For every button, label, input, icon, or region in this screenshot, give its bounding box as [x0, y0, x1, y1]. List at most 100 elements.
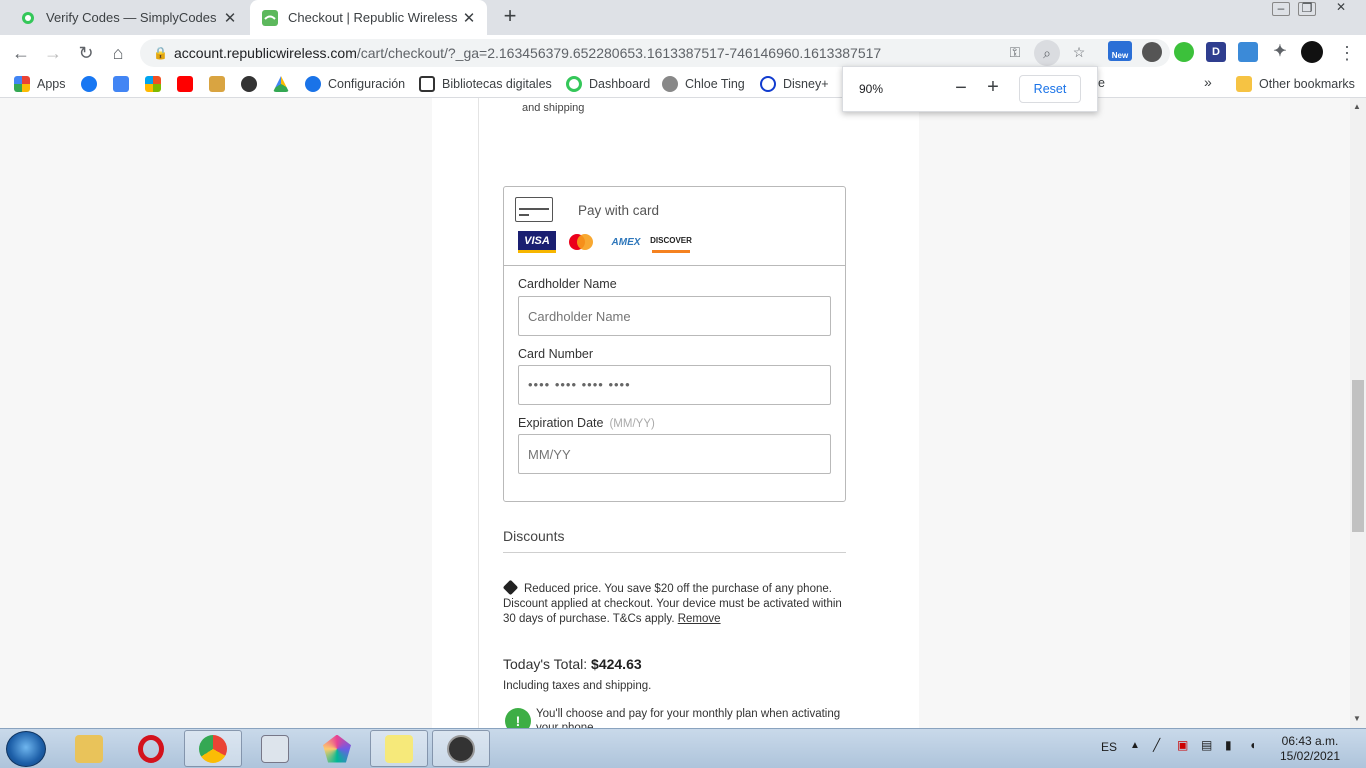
volume-muted-icon[interactable]: ◖ [1249, 738, 1256, 752]
close-window-button[interactable]: ✕ [1332, 1, 1350, 16]
reload-icon[interactable]: ↻ [75, 42, 97, 64]
bookmarks-overflow-chevron[interactable]: » [1204, 74, 1212, 90]
key-icon[interactable]: ⚿ [1006, 44, 1024, 62]
expiration-label-text: Expiration Date [518, 416, 604, 430]
minimize-button[interactable]: ‒ [1272, 2, 1290, 16]
expiration-date-input[interactable] [518, 434, 831, 474]
green-extension-icon[interactable] [1174, 42, 1194, 62]
scroll-down-arrow-icon[interactable]: ▼ [1353, 714, 1361, 723]
card-number-input[interactable]: •••• •••• •••• •••• [518, 365, 831, 405]
bookmark-dashboard[interactable]: Dashboard [566, 76, 650, 92]
scrollbar-thumb[interactable] [1352, 380, 1364, 532]
page-viewport: and shipping Pay with card VISA AMEX DIS… [0, 98, 1350, 728]
new-tab-button[interactable]: + [498, 5, 522, 29]
forward-arrow-icon[interactable]: → [42, 42, 64, 64]
total-label: Today's Total: [503, 656, 588, 672]
kebab-menu-icon[interactable]: ⋮ [1336, 42, 1358, 64]
taskbar-timer[interactable] [432, 730, 490, 767]
profile-avatar[interactable] [1301, 41, 1323, 63]
zoom-magnifier-icon[interactable]: ⌕ [1034, 40, 1060, 66]
d-extension-icon[interactable]: D [1206, 42, 1226, 62]
youtube-icon [177, 76, 193, 92]
folder-icon [1236, 76, 1252, 92]
pentagon-app-icon [323, 734, 351, 763]
blue-extension-icon[interactable] [1238, 42, 1258, 62]
republic-wireless-favicon-icon [262, 9, 278, 26]
scroll-up-arrow-icon[interactable]: ▲ [1353, 102, 1361, 111]
mastercard-logo-icon [566, 231, 596, 253]
start-button[interactable] [6, 731, 46, 767]
discount-text: Reduced price. You save $20 off the purc… [503, 583, 842, 625]
bookmark-drive[interactable] [273, 76, 296, 92]
bookmark-microsoft[interactable] [145, 76, 168, 92]
taskbar-sticky-notes[interactable] [370, 730, 428, 767]
bookmark-translate[interactable] [113, 76, 136, 92]
new-extension-icon[interactable]: New [1108, 41, 1132, 61]
zoom-level: 90% [859, 82, 884, 96]
cardholder-name-input[interactable] [518, 296, 831, 336]
bookmark-chloe-ting[interactable]: Chloe Ting [662, 76, 745, 92]
system-clock[interactable]: 06:43 a.m. 15/02/2021 [1272, 734, 1348, 764]
printer-tray-icon[interactable]: ▤ [1201, 738, 1212, 752]
bookmark-hidden-partial[interactable]: e [1098, 76, 1105, 90]
bookmark-bibliotecas[interactable]: Bibliotecas digitales [419, 76, 552, 92]
card-number-label: Card Number [518, 347, 594, 361]
sticky-notes-icon [385, 734, 413, 763]
taskbar-chrome[interactable] [184, 730, 242, 767]
bookmark-label: Chloe Ting [685, 77, 745, 91]
microsoft-icon [145, 76, 161, 92]
bookmark-disney[interactable]: Disney+ [760, 76, 829, 92]
total-value: $424.63 [591, 656, 642, 672]
home-icon[interactable]: ⌂ [107, 42, 129, 64]
bookmark-label: e [1098, 76, 1105, 90]
google-drive-icon [273, 76, 289, 92]
taskbar-opera[interactable] [122, 730, 180, 767]
back-arrow-icon[interactable]: ← [10, 42, 32, 64]
tab-republic-wireless[interactable]: Checkout | Republic Wireless ✕ [250, 0, 487, 35]
tab-close-icon[interactable]: ✕ [461, 9, 477, 27]
taskbar-calculator[interactable] [246, 730, 304, 767]
zoom-reset-button[interactable]: Reset [1019, 75, 1081, 103]
book-icon [419, 76, 435, 92]
network-error-icon[interactable]: ▣ [1177, 738, 1188, 752]
credit-card-icon [515, 197, 553, 222]
bookmark-spy[interactable] [241, 76, 264, 92]
card-panel-header[interactable]: Pay with card VISA AMEX DISCOVER [504, 187, 845, 266]
pay-with-card-label: Pay with card [578, 203, 660, 218]
spy-icon [241, 76, 257, 92]
zoom-in-button[interactable]: + [983, 76, 1003, 99]
tab-strip: Verify Codes — SimplyCodes ✕ Checkout | … [0, 0, 1366, 35]
bookmark-mail[interactable] [209, 76, 232, 92]
chloe-ting-icon [662, 76, 678, 92]
page-scrollbar[interactable]: ▲ ▼ [1350, 98, 1366, 728]
google-translate-icon [113, 76, 129, 92]
remove-discount-link[interactable]: Remove [678, 613, 721, 625]
zoom-out-button[interactable]: − [951, 77, 971, 100]
stopwatch-icon [447, 734, 475, 763]
tab-simplycodes[interactable]: Verify Codes — SimplyCodes ✕ [8, 0, 248, 35]
bookmark-facebook[interactable] [81, 76, 104, 92]
signal-bars-icon[interactable]: ▮ [1225, 738, 1232, 752]
mail-icon [209, 76, 225, 92]
windows-taskbar: ES ▲ ╱ ▣ ▤ ▮ ◖ 06:43 a.m. 15/02/2021 [0, 728, 1366, 768]
robot-extension-icon[interactable] [1142, 42, 1162, 62]
puzzle-extensions-icon[interactable]: ✦ [1270, 42, 1290, 62]
bookmark-youtube[interactable] [177, 76, 200, 92]
discounts-divider [503, 552, 846, 553]
bookmark-apps[interactable]: Apps [14, 76, 66, 92]
bookmark-other[interactable]: Other bookmarks [1236, 76, 1355, 92]
language-indicator[interactable]: ES [1101, 740, 1117, 754]
restore-button[interactable]: ❐ [1298, 2, 1316, 16]
address-bar[interactable]: 🔒 account.republicwireless.com/cart/chec… [140, 39, 1170, 67]
plan-activation-note: You'll choose and pay for your monthly p… [536, 708, 841, 728]
pen-tray-icon[interactable]: ╱ [1153, 738, 1160, 752]
star-bookmark-icon[interactable]: ☆ [1070, 44, 1088, 62]
pay-with-card-panel: Pay with card VISA AMEX DISCOVER Cardhol… [503, 186, 846, 502]
taskbar-explorer[interactable] [60, 730, 118, 767]
cardholder-name-label: Cardholder Name [518, 277, 617, 291]
taskbar-app-pentagon[interactable] [308, 730, 366, 767]
bookmark-configuracion[interactable]: Configuración [305, 76, 405, 92]
tray-expand-icon[interactable]: ▲ [1130, 740, 1140, 751]
tab-close-icon[interactable]: ✕ [222, 9, 238, 27]
expiration-date-label: Expiration Date (MM/YY) [518, 416, 655, 430]
